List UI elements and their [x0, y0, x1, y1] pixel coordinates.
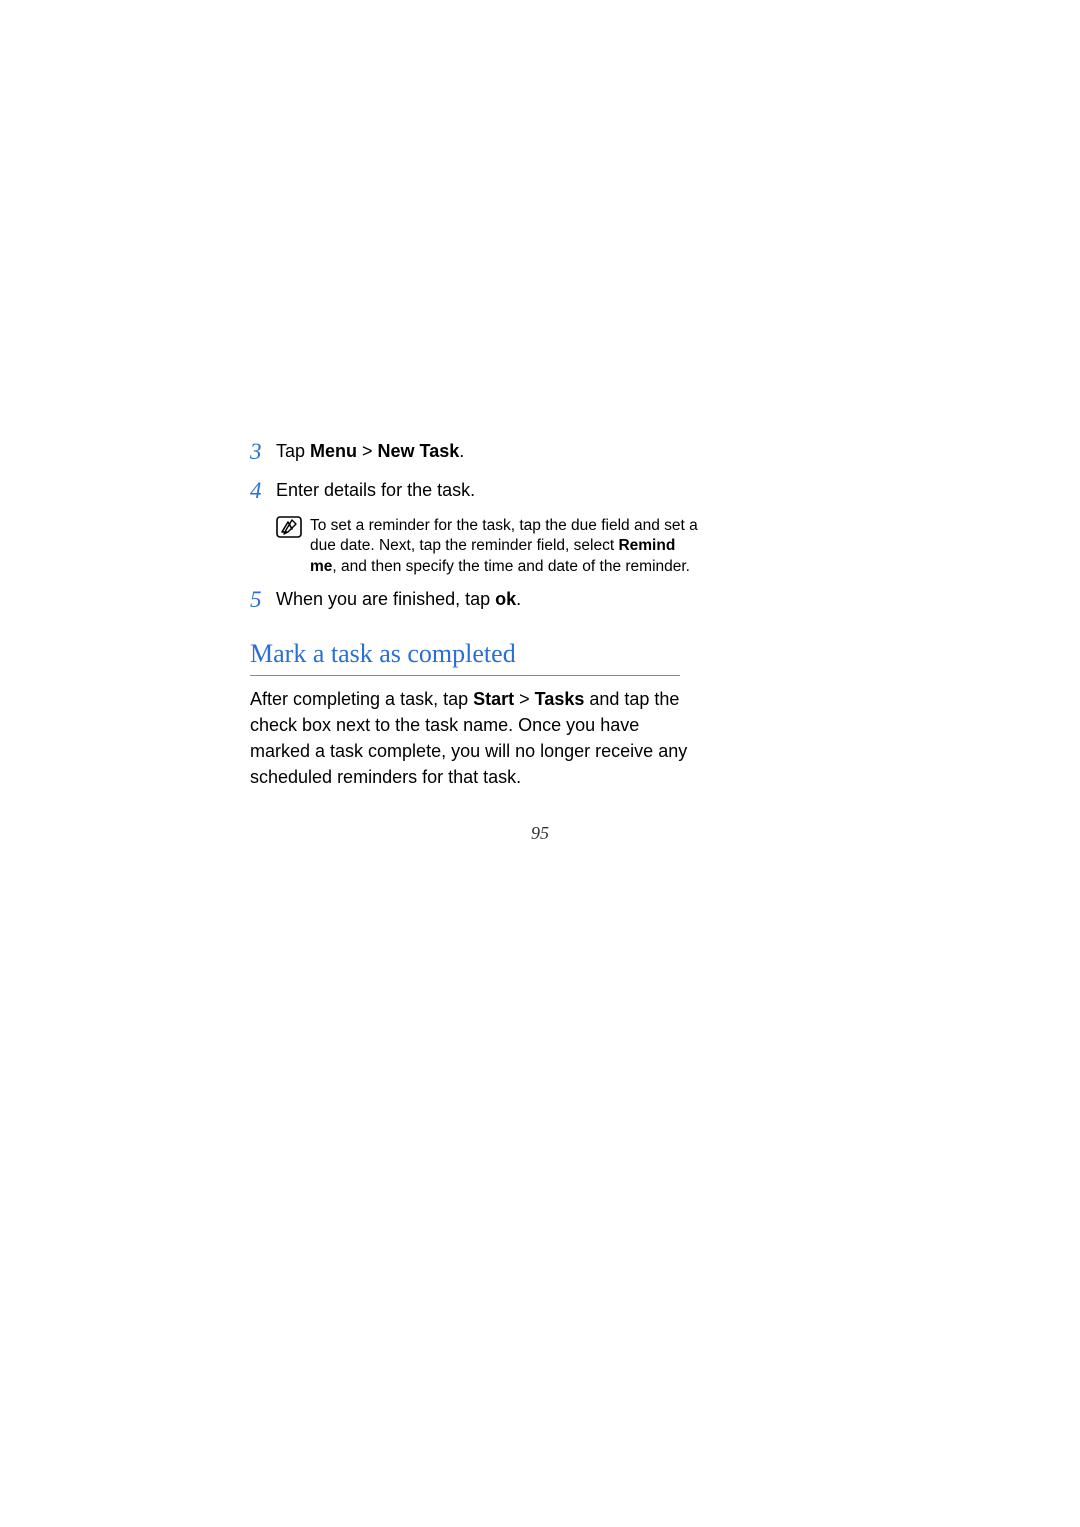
text-segment: .: [459, 441, 464, 461]
content-area: 3 Tap Menu > New Task. 4 Enter details f…: [250, 438, 700, 790]
page-container: 3 Tap Menu > New Task. 4 Enter details f…: [0, 0, 1080, 1527]
bold-tasks: Tasks: [535, 689, 585, 709]
text-segment: , and then specify the time and date of …: [332, 558, 690, 575]
step-number: 5: [250, 586, 276, 615]
bold-ok: ok: [495, 589, 516, 609]
bold-new-task: New Task: [378, 441, 460, 461]
step-number: 4: [250, 477, 276, 506]
body-paragraph: After completing a task, tap Start > Tas…: [250, 686, 690, 790]
note-block: To set a reminder for the task, tap the …: [276, 516, 700, 579]
text-segment: After completing a task, tap: [250, 689, 473, 709]
text-segment: When you are finished, tap: [276, 589, 495, 609]
bold-menu: Menu: [310, 441, 357, 461]
step-text: Enter details for the task.: [276, 477, 700, 503]
step-text: When you are finished, tap ok.: [276, 586, 700, 612]
step-number: 3: [250, 438, 276, 467]
note-text: To set a reminder for the task, tap the …: [310, 516, 700, 579]
section-heading: Mark a task as completed: [250, 639, 680, 676]
step-4: 4 Enter details for the task.: [250, 477, 700, 506]
step-3: 3 Tap Menu > New Task.: [250, 438, 700, 467]
text-segment: >: [514, 689, 535, 709]
step-5: 5 When you are finished, tap ok.: [250, 586, 700, 615]
text-segment: Tap: [276, 441, 310, 461]
bold-start: Start: [473, 689, 514, 709]
page-number: 95: [0, 823, 1080, 844]
text-segment: >: [357, 441, 378, 461]
note-icon: [276, 516, 302, 538]
text-segment: .: [516, 589, 521, 609]
step-text: Tap Menu > New Task.: [276, 438, 700, 464]
